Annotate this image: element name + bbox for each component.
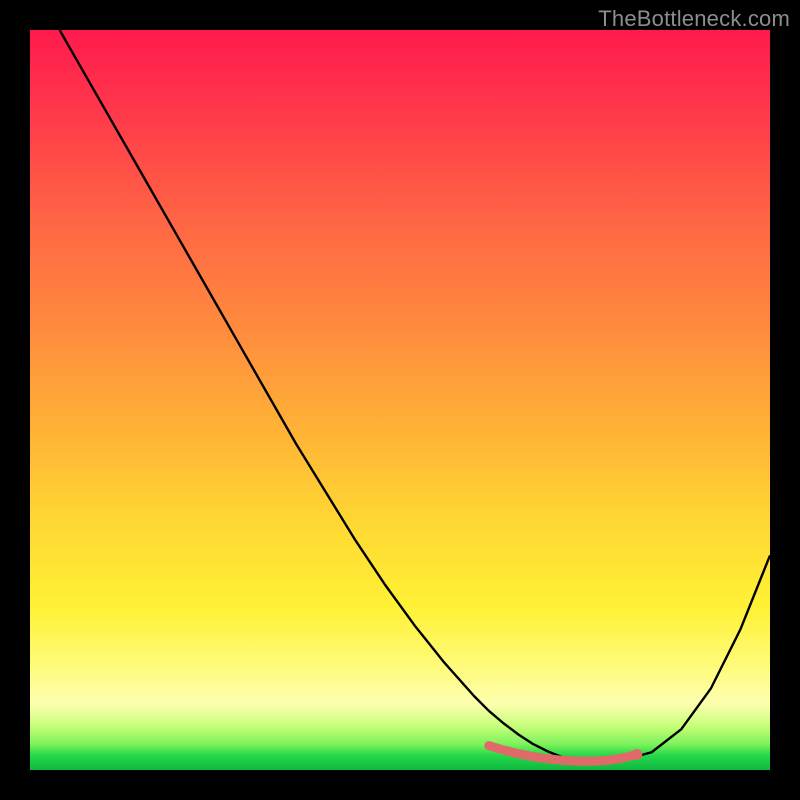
chart-frame: TheBottleneck.com	[0, 0, 800, 800]
curve-highlight	[489, 746, 637, 762]
bottleneck-curve	[60, 30, 770, 762]
gradient-plot-area	[30, 30, 770, 770]
watermark-text: TheBottleneck.com	[598, 6, 790, 32]
highlight-end-dot	[631, 749, 642, 760]
curve-svg	[30, 30, 770, 770]
